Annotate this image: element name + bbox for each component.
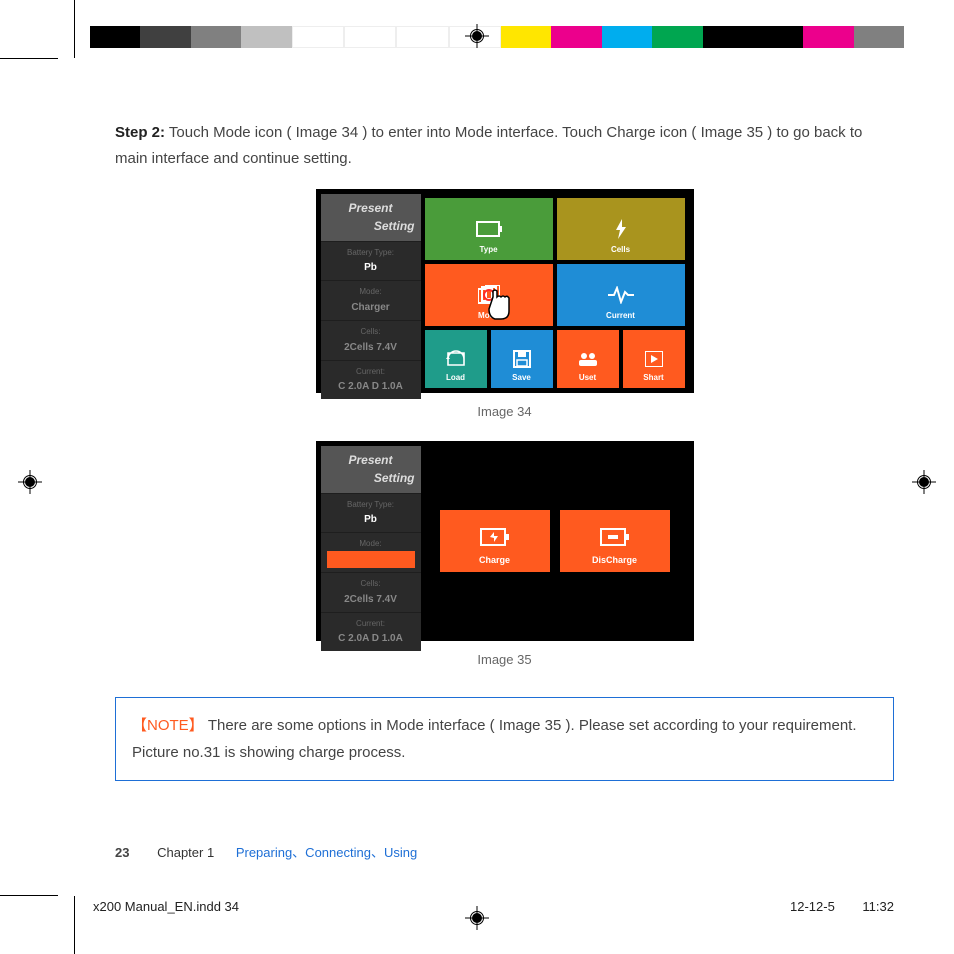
sidebar-title-line2: Setting (327, 216, 415, 236)
page-number: 23 (115, 845, 129, 860)
current-value: C 2.0A D 1.0A (327, 630, 415, 647)
sidebar-row-current: Current: C 2.0A D 1.0A (321, 361, 421, 400)
tile-label: Uset (579, 371, 596, 385)
registration-mark-icon (465, 24, 489, 48)
battery-discharge-icon (600, 528, 630, 555)
sidebar-title-line1: Present (327, 198, 415, 218)
battery-type-label: Battery Type: (327, 498, 415, 512)
tile-discharge[interactable]: DisCharge (560, 510, 670, 572)
mode-label: Mode: (327, 537, 415, 551)
tile-label: Charge (479, 553, 510, 568)
crop-mark (74, 896, 75, 954)
note-box: 【NOTE】 There are some options in Mode in… (115, 697, 894, 781)
tile-load[interactable]: Load (425, 330, 487, 388)
sidebar-present-setting: Present Setting Battery Type: Pb Mode: C… (321, 194, 421, 388)
tile-current[interactable]: Current (557, 264, 685, 326)
battery-charge-icon (480, 528, 510, 555)
sidebar-row-battery-type: Battery Type: Pb (321, 494, 421, 533)
hand-pointer-icon (483, 289, 513, 334)
registration-mark-icon (912, 470, 936, 494)
breadcrumb: Preparing、Connecting、Using (236, 845, 417, 860)
step-paragraph: Step 2: Touch Mode icon ( Image 34 ) to … (115, 120, 894, 171)
note-text: There are some options in Mode interface… (132, 717, 857, 761)
tile-grid: Type Cells Mode (421, 194, 689, 388)
sidebar-title: Present Setting (321, 446, 421, 493)
crop-mark (0, 895, 58, 896)
pulse-icon (608, 285, 634, 305)
indd-time: 11:32 (862, 899, 894, 914)
image-34-caption: Image 34 (115, 401, 894, 423)
cells-value: 2Cells 7.4V (327, 591, 415, 608)
current-label: Current: (327, 617, 415, 631)
chapter-label: Chapter 1 (157, 845, 214, 860)
cells-value: 2Cells 7.4V (327, 339, 415, 356)
step-text: Touch Mode icon ( Image 34 ) to enter in… (115, 124, 862, 167)
tile-cells[interactable]: Cells (557, 198, 685, 260)
sidebar-present-setting: Present Setting Battery Type: Pb Mode: C… (321, 446, 421, 636)
image-35-caption: Image 35 (115, 649, 894, 671)
current-value: C 2.0A D 1.0A (327, 378, 415, 395)
mode-value: Charge (327, 551, 415, 568)
sidebar-row-current: Current: C 2.0A D 1.0A (321, 613, 421, 652)
crop-mark (74, 0, 75, 58)
registration-mark-icon (18, 470, 42, 494)
cells-label: Cells: (327, 325, 415, 339)
sidebar-row-mode: Mode: Charge (321, 533, 421, 572)
indesign-slug: x200 Manual_EN.indd 34 12-12-5 11:32 (93, 899, 894, 914)
step-label: Step 2: (115, 124, 165, 141)
indd-filename: x200 Manual_EN.indd 34 (93, 899, 239, 914)
page-footer: 23 Chapter 1 Preparing、Connecting、Using (115, 842, 894, 864)
cycle-icon (443, 349, 469, 369)
tile-mode[interactable]: Mode (425, 264, 553, 326)
battery-type-label: Battery Type: (327, 246, 415, 260)
crop-mark (0, 58, 58, 59)
tile-uset[interactable]: Uset (557, 330, 619, 388)
tile-label: Load (446, 371, 465, 385)
current-label: Current: (327, 365, 415, 379)
tile-label: Type (479, 243, 497, 257)
note-tag: 【NOTE】 (132, 717, 204, 734)
mode-value: Charger (327, 299, 415, 316)
sidebar-title-line2: Setting (327, 468, 415, 488)
battery-type-value: Pb (327, 511, 415, 528)
floppy-icon (509, 349, 535, 369)
cells-label: Cells: (327, 577, 415, 591)
page-content: Step 2: Touch Mode icon ( Image 34 ) to … (115, 120, 894, 864)
image-34-screenshot: Present Setting Battery Type: Pb Mode: C… (316, 189, 694, 393)
image-35-screenshot: Present Setting Battery Type: Pb Mode: C… (316, 441, 694, 641)
battery-icon (476, 219, 502, 239)
tile-row: Charge DisCharge (421, 446, 689, 636)
sidebar-row-cells: Cells: 2Cells 7.4V (321, 573, 421, 612)
bolt-icon (608, 219, 634, 239)
mode-label: Mode: (327, 285, 415, 299)
tile-charge[interactable]: Charge (440, 510, 550, 572)
sidebar-row-battery-type: Battery Type: Pb (321, 242, 421, 281)
tile-type[interactable]: Type (425, 198, 553, 260)
play-icon (641, 349, 667, 369)
tile-label: Current (606, 309, 635, 323)
sidebar-title: Present Setting (321, 194, 421, 241)
tile-label: Shart (643, 371, 663, 385)
sidebar-row-mode: Mode: Charger (321, 281, 421, 320)
users-icon (575, 349, 601, 369)
tile-shart[interactable]: Shart (623, 330, 685, 388)
tile-label: Cells (611, 243, 630, 257)
tile-label: Save (512, 371, 531, 385)
indd-date: 12-12-5 (790, 899, 835, 914)
tile-save[interactable]: Save (491, 330, 553, 388)
color-calibration-bar (90, 26, 904, 48)
battery-type-value: Pb (327, 259, 415, 276)
sidebar-title-line1: Present (327, 450, 415, 470)
tile-label: DisCharge (592, 553, 637, 568)
sidebar-row-cells: Cells: 2Cells 7.4V (321, 321, 421, 360)
